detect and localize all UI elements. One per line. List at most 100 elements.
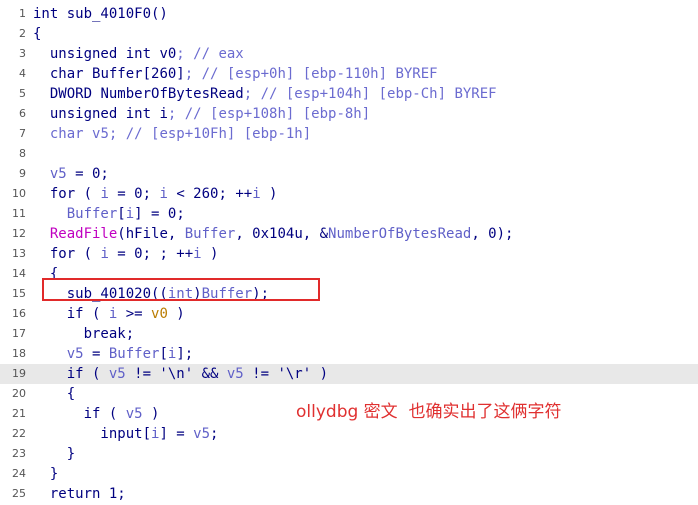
code-line[interactable]: 11 Buffer[i] = 0; [0, 204, 698, 224]
code-text: DWORD NumberOfBytesRead; // [esp+104h] [… [33, 84, 497, 104]
code-line[interactable]: 6 unsigned int i; // [esp+108h] [ebp-8h] [0, 104, 698, 124]
code-token: != '\r' ) [243, 366, 329, 382]
code-line[interactable]: 17 break; [0, 324, 698, 344]
code-token: NumberOfBytesRead [328, 226, 472, 242]
code-line[interactable]: 18 v5 = Buffer[i]; [0, 344, 698, 364]
code-line[interactable]: 3 unsigned int v0; // eax [0, 44, 698, 64]
code-token: ] = 0; [134, 206, 185, 222]
code-line[interactable]: 9 v5 = 0; [0, 164, 698, 184]
code-token: i [159, 186, 168, 202]
line-number: 14 [12, 267, 26, 280]
code-line[interactable]: 13 for ( i = 0; ; ++i ) [0, 244, 698, 264]
code-text: break; [33, 324, 135, 344]
code-token: v5 [92, 126, 109, 142]
code-text: } [33, 464, 58, 484]
code-token: = 0; ; ++ [108, 246, 194, 262]
code-token: if ( [33, 406, 126, 422]
line-number: 6 [19, 107, 26, 120]
code-token: >= [117, 306, 152, 322]
code-token: ; // eax [176, 46, 244, 62]
code-text: if ( i >= v0 ) [33, 304, 185, 324]
line-number: 18 [12, 347, 26, 360]
code-line[interactable]: 2{ [0, 24, 698, 44]
code-text: v5 = Buffer[i]; [33, 344, 193, 364]
line-number: 9 [19, 167, 26, 180]
code-token: input[ [33, 426, 152, 442]
line-number: 10 [12, 187, 26, 200]
code-token: for ( [33, 186, 101, 202]
code-token: i [100, 246, 109, 262]
code-text: char Buffer[260]; // [esp+0h] [ebp-110h]… [33, 64, 438, 84]
code-text: if ( v5 != '\n' && v5 != '\r' ) [33, 364, 328, 384]
code-token: unsigned int [33, 106, 160, 122]
line-number: 16 [12, 307, 26, 320]
code-text: { [33, 24, 41, 44]
line-number: 19 [12, 367, 26, 380]
code-token: = 0; [108, 186, 160, 202]
code-token: Buffer [184, 226, 236, 242]
code-line[interactable]: 19 if ( v5 != '\n' && v5 != '\r' ) [0, 364, 698, 384]
code-text: unsigned int i; // [esp+108h] [ebp-8h] [33, 104, 370, 124]
highlight-box [42, 278, 320, 301]
code-token: ]; [176, 346, 194, 362]
line-number: 17 [12, 327, 26, 340]
code-token: Buffer [108, 346, 160, 362]
line-number: 23 [12, 447, 26, 460]
line-number: 3 [19, 47, 26, 60]
code-line[interactable]: 10 for ( i = 0; i < 260; ++i ) [0, 184, 698, 204]
code-token: char [33, 66, 93, 82]
code-line[interactable]: 4 char Buffer[260]; // [esp+0h] [ebp-110… [0, 64, 698, 84]
code-text: char v5; // [esp+10Fh] [ebp-1h] [33, 124, 311, 144]
code-token: ) [201, 246, 219, 262]
code-token: if ( [33, 306, 109, 322]
line-number: 13 [12, 247, 26, 260]
code-token: v5 [193, 426, 211, 442]
line-number: 15 [12, 287, 26, 300]
code-line[interactable]: 12 ReadFile(hFile, Buffer, 0x104u, &Numb… [0, 224, 698, 244]
pseudocode-viewer[interactable]: 1 int sub_4010F0() 2{3 unsigned int v0; //… [0, 0, 698, 505]
code-token: v0 [151, 306, 168, 322]
code-line[interactable]: 22 input[i] = v5; [0, 424, 698, 444]
code-token: < 260; ++ [167, 186, 253, 202]
code-line[interactable]: 8 [0, 144, 698, 164]
code-text: for ( i = 0; i < 260; ++i ) [33, 184, 278, 204]
code-token: , 0x104u, & [235, 226, 329, 242]
line-number: 2 [19, 27, 26, 40]
code-token: Buffer [66, 206, 118, 222]
code-line[interactable]: 23 } [0, 444, 698, 464]
code-token: ; // [esp+104h] [ebp-Ch] BYREF [243, 86, 497, 102]
code-token: ; [210, 426, 219, 442]
code-token: [ [117, 206, 126, 222]
code-text: { [33, 384, 75, 404]
code-text: ReadFile(hFile, Buffer, 0x104u, &NumberO… [33, 224, 514, 244]
code-token: ; // [esp+0h] [ebp-110h] BYREF [184, 66, 438, 82]
code-line[interactable]: 25 return 1; [0, 484, 698, 504]
code-token: } [33, 446, 76, 462]
code-line[interactable]: 24 } [0, 464, 698, 484]
code-text: input[i] = v5; [33, 424, 218, 444]
line-number: 20 [12, 387, 26, 400]
line-number: 22 [12, 427, 26, 440]
code-line[interactable]: 5 DWORD NumberOfBytesRead; // [esp+104h]… [0, 84, 698, 104]
code-token: ) [167, 306, 185, 322]
code-line[interactable]: 16 if ( i >= v0 ) [0, 304, 698, 324]
code-token: char [33, 126, 93, 142]
line-number: 21 [12, 407, 26, 420]
code-token: return 1; [33, 486, 126, 502]
code-token: int sub_4010F0() [33, 6, 168, 22]
code-text: return 1; [33, 484, 126, 504]
code-line[interactable]: 7 char v5; // [esp+10Fh] [ebp-1h] [0, 124, 698, 144]
code-text: for ( i = 0; ; ++i ) [33, 244, 219, 264]
code-text: if ( v5 ) [33, 404, 160, 424]
code-text: Buffer[i] = 0; [33, 204, 185, 224]
code-line[interactable]: 1 int sub_4010F0() [0, 4, 698, 24]
code-token: [ [159, 346, 168, 362]
code-token: NumberOfBytesRead [100, 86, 244, 102]
code-token: i [100, 186, 109, 202]
code-token: ReadFile [49, 226, 118, 242]
code-text: int sub_4010F0() [33, 4, 168, 24]
line-number: 4 [19, 67, 26, 80]
